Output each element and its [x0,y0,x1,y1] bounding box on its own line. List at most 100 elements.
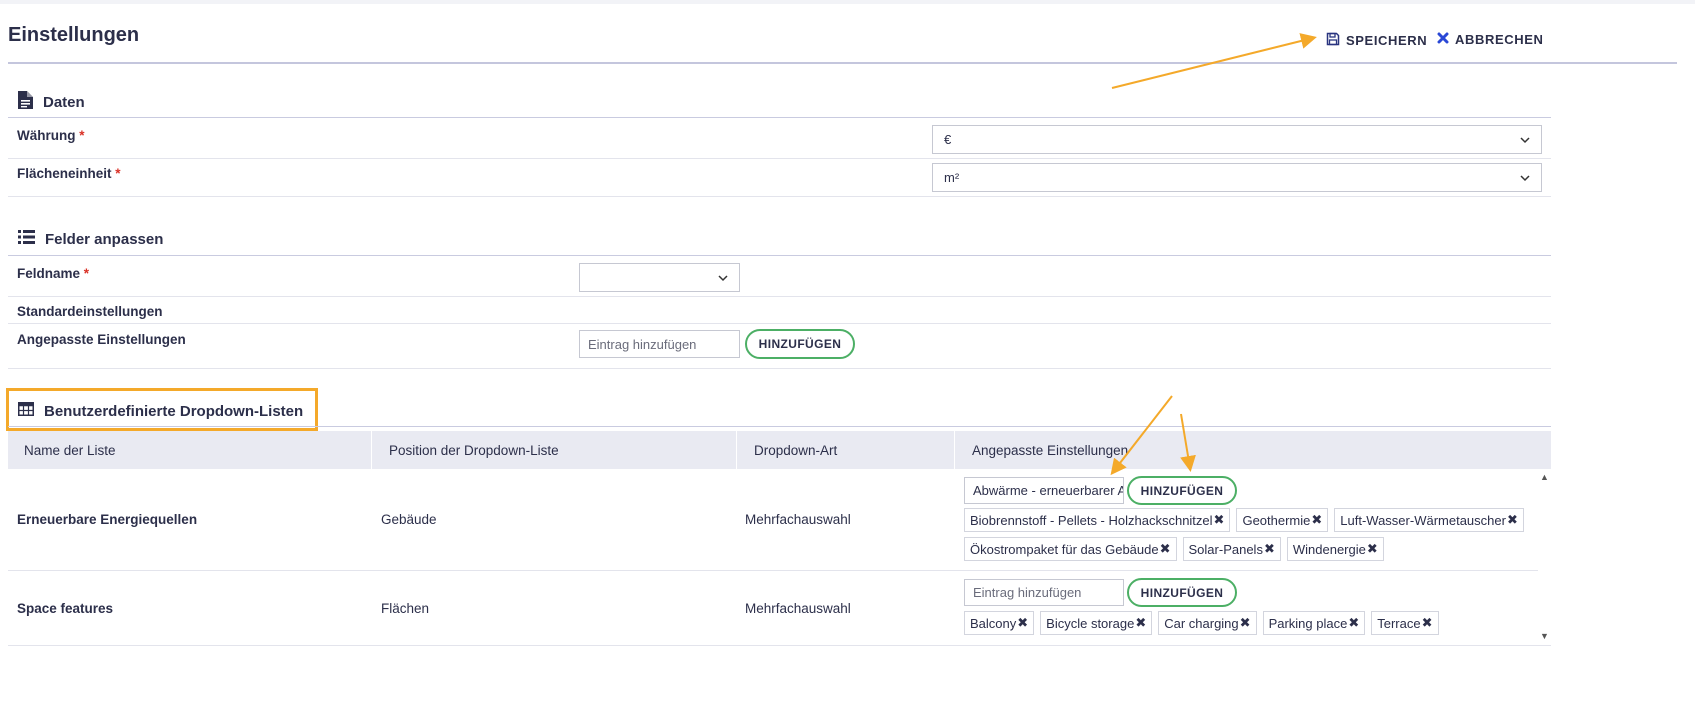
document-icon [18,91,33,113]
section-title-felder: Felder anpassen [18,230,163,248]
x-icon[interactable]: ✖ [1348,615,1359,631]
section-title-dropdowns: Benutzerdefinierte Dropdown-Listen [18,402,303,420]
row-divider [8,368,1551,369]
page-title: Einstellungen [8,24,140,46]
tag: Biobrennstoff - Pellets - Holzhackschnit… [964,508,1231,532]
custom-entry-input[interactable]: Eintrag hinzufügen [579,330,740,358]
x-icon[interactable]: ✖ [1160,541,1171,557]
x-icon[interactable]: ✖ [1264,541,1275,557]
fieldname-label: Feldname * [17,266,89,281]
tag: Balcony ✖ [964,611,1035,635]
list-icon [18,230,35,248]
row-divider [8,645,1551,646]
tag-label: Terrace [1377,615,1421,631]
add-entry-button[interactable]: HINZUFÜGEN [745,329,855,359]
section-divider [8,426,1551,427]
dropdown-table-header: Name der Liste Position der Dropdown-Lis… [8,431,1551,469]
x-icon[interactable]: ✖ [1214,512,1225,528]
fieldname-label-text: Feldname [17,266,81,281]
fieldname-select[interactable] [579,263,740,292]
x-icon[interactable]: ✖ [1135,615,1146,631]
row-divider [8,323,1551,324]
row-list-type: Mehrfachauswahl [745,512,851,527]
tag: Windenergie ✖ [1286,537,1384,561]
x-icon[interactable]: ✖ [1367,541,1378,557]
column-header-type[interactable]: Dropdown-Art [738,431,955,469]
section-title-felder-label: Felder anpassen [45,230,164,248]
x-icon[interactable]: ✖ [1240,615,1251,631]
tag: Luft-Wasser-Wärmetauscher ✖ [1334,508,1524,532]
cancel-label: ABBRECHEN [1455,32,1544,47]
area-select-value: m² [944,170,960,185]
tag-label: Solar-Panels [1188,541,1263,557]
row-add-button[interactable]: HINZUFÜGEN [1127,476,1237,505]
tag-label: Bicycle storage [1046,615,1135,631]
cancel-button[interactable]: ABBRECHEN [1437,32,1543,47]
currency-label: Währung * [17,128,85,143]
x-icon[interactable]: ✖ [1422,615,1433,631]
tag: Solar-Panels ✖ [1182,537,1281,561]
save-button[interactable]: SPEICHERN [1326,32,1427,49]
row-list-position: Gebäude [381,512,437,527]
top-strip [0,0,1695,4]
chevron-down-icon [718,274,728,281]
tag-label: Balcony [970,615,1017,631]
annotation-arrows [1110,33,1317,476]
default-settings-label: Standardeinstellungen [17,304,163,319]
row-divider [8,296,1551,297]
row-tags-line-1: Balcony ✖ Bicycle storage ✖ Car charging ✖ … [964,611,1439,635]
row-list-type: Mehrfachauswahl [745,601,851,616]
currency-label-text: Währung [17,128,76,143]
area-unit-select[interactable]: m² [932,163,1542,192]
row-entry-input[interactable]: Eintrag hinzufügen [964,579,1124,606]
x-icon[interactable]: ✖ [1311,512,1322,528]
tag: Car charging ✖ [1158,611,1257,635]
required-mark: * [115,166,121,181]
column-header-custom[interactable]: Angepasste Einstellungen [956,431,1551,469]
tag-label: Biobrennstoff - Pellets - Holzhackschnit… [970,512,1213,528]
scroll-up-arrow[interactable]: ▲ [1540,472,1549,482]
tag: Parking place ✖ [1262,611,1366,635]
required-mark: * [79,128,85,143]
scroll-down-arrow[interactable]: ▼ [1540,631,1549,641]
row-divider [8,196,1551,197]
section-title-daten-label: Daten [43,93,85,111]
tag: Terrace ✖ [1371,611,1439,635]
column-header-position[interactable]: Position der Dropdown-Liste [373,431,737,469]
row-entry-input[interactable]: Abwärme - erneuerbarer A [964,477,1124,504]
tag-label: Geothermie [1242,512,1311,528]
chevron-down-icon [1520,136,1530,143]
tag: Ökostrompaket für das Gebäude ✖ [964,537,1177,561]
save-label: SPEICHERN [1346,33,1428,48]
row-tags-line-1: Biobrennstoff - Pellets - Holzhackschnit… [964,508,1524,532]
tag: Geothermie ✖ [1236,508,1329,532]
tag-label: Car charging [1164,615,1239,631]
section-divider [8,117,1551,118]
floppy-disk-icon [1326,32,1340,49]
tag: Bicycle storage ✖ [1040,611,1153,635]
chevron-down-icon [1520,174,1530,181]
currency-select-value: € [944,132,952,147]
column-header-name[interactable]: Name der Liste [8,431,372,469]
row-list-position: Flächen [381,601,430,616]
row-tags-line-2: Ökostrompaket für das Gebäude ✖ Solar-Pan… [964,537,1384,561]
section-title-daten: Daten [18,91,85,113]
area-label-text: Flächeneinheit [17,166,112,181]
row-divider [8,158,1551,159]
table-icon [18,402,34,420]
row-list-name: Erneuerbare Energiequellen [17,512,198,527]
row-add-button[interactable]: HINZUFÜGEN [1127,578,1237,607]
tag-label: Parking place [1268,615,1348,631]
x-icon [1437,32,1449,47]
page-header: Einstellungen SPEICHERN ABBRECHEN [8,18,1677,64]
section-divider [8,255,1551,256]
section-title-dropdowns-label: Benutzerdefinierte Dropdown-Listen [44,402,304,420]
currency-select[interactable]: € [932,125,1542,154]
row-divider [8,570,1538,571]
custom-settings-label: Angepasste Einstellungen [17,332,186,347]
required-mark: * [83,266,90,281]
tag-label: Luft-Wasser-Wärmetauscher [1340,512,1506,528]
x-icon[interactable]: ✖ [1017,615,1028,631]
x-icon[interactable]: ✖ [1507,512,1518,528]
area-label: Flächeneinheit * [17,166,121,181]
